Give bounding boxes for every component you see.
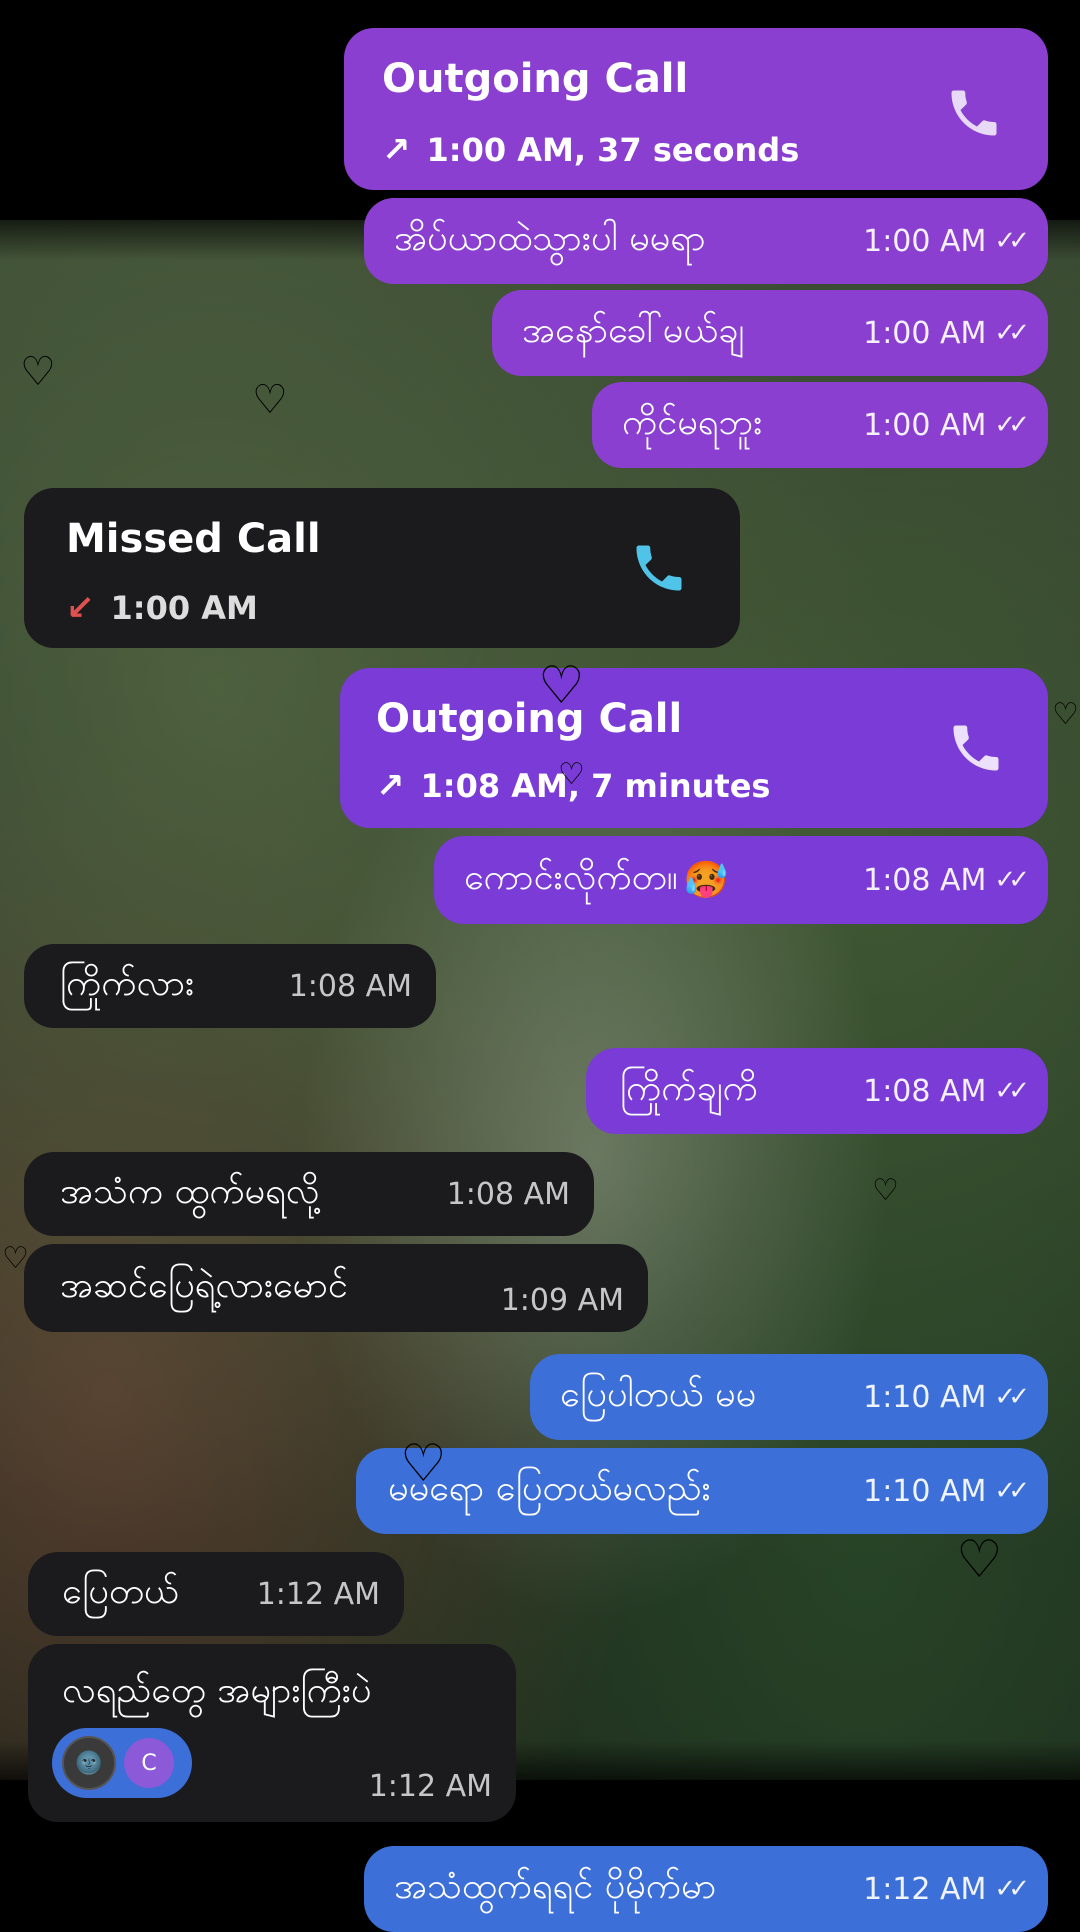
outgoing-arrow-icon: ↗ <box>376 766 405 806</box>
incoming-message[interactable]: အဆင်ပြေရဲ့လားမောင် 1:09 AM <box>24 1244 648 1332</box>
message-time: 1:12 AM <box>256 1576 380 1612</box>
message-text: အသံက ထွက်မရလို့ <box>60 1171 320 1212</box>
call-subtitle-text: 1:08 AM, 7 minutes <box>420 767 771 805</box>
call-title: Outgoing Call <box>376 696 683 742</box>
read-ticks-icon: ✓✓ <box>994 1076 1029 1106</box>
message-text: အနော်ခေါ်မယ်ချ <box>522 310 745 351</box>
heart-icon: ♡ <box>872 1173 899 1208</box>
reactions-pill[interactable]: 🌚 C <box>52 1728 192 1798</box>
heart-icon: ♡ <box>2 1241 29 1276</box>
call-subtitle: ↙ 1:00 AM <box>66 588 258 628</box>
read-ticks-icon: ✓✓ <box>994 318 1029 348</box>
message-time: 1:08 AM <box>288 968 412 1004</box>
message-text: အသံထွက်ရရင် ပိုမိုက်မာ <box>394 1866 717 1907</box>
outgoing-arrow-icon: ↗ <box>382 130 411 170</box>
message-time: 1:08 AM ✓✓ <box>863 1074 1030 1109</box>
missed-arrow-icon: ↙ <box>66 588 95 628</box>
message-time: 1:12 AM ✓✓ <box>863 1872 1030 1907</box>
message-time: 1:10 AM ✓✓ <box>863 1474 1030 1509</box>
heart-icon: ♡ <box>400 1434 447 1494</box>
message-text: လရည်တွေ အများကြီးပဲ <box>62 1670 372 1711</box>
message-text: ပြေတယ် <box>62 1571 179 1612</box>
message-text: ကြိုက်လား <box>60 963 195 1004</box>
read-ticks-icon: ✓✓ <box>994 1874 1029 1904</box>
incoming-message[interactable]: အသံက ထွက်မရလို့ 1:08 AM <box>24 1152 594 1236</box>
outgoing-message[interactable]: ပြေပါတယ် မမ 1:10 AM ✓✓ <box>530 1354 1048 1440</box>
read-ticks-icon: ✓✓ <box>994 410 1029 440</box>
call-title: Missed Call <box>66 516 321 562</box>
heart-icon: ♡ <box>956 1530 1003 1590</box>
reaction-avatar: C <box>124 1738 174 1788</box>
phone-icon[interactable] <box>944 83 1004 143</box>
phone-icon[interactable] <box>946 718 1006 778</box>
read-ticks-icon: ✓✓ <box>994 1476 1029 1506</box>
dark-moon-face-emoji: 🌚 <box>62 1736 116 1790</box>
call-title: Outgoing Call <box>382 56 689 102</box>
outgoing-message[interactable]: အိပ်ယာထဲသွားပါ မမရာ 1:00 AM ✓✓ <box>364 198 1048 284</box>
read-ticks-icon: ✓✓ <box>994 226 1029 256</box>
incoming-message[interactable]: ကြိုက်လား 1:08 AM <box>24 944 436 1028</box>
incoming-message[interactable]: ပြေတယ် 1:12 AM <box>28 1552 404 1636</box>
read-ticks-icon: ✓✓ <box>994 1382 1029 1412</box>
time-text: 1:08 AM <box>863 1073 987 1109</box>
message-time: 1:09 AM <box>500 1283 624 1318</box>
time-text: 1:00 AM <box>863 407 987 443</box>
message-time: 1:00 AM ✓✓ <box>863 408 1030 443</box>
message-text: အိပ်ယာထဲသွားပါ မမရာ <box>394 218 706 259</box>
message-time: 1:12 AM <box>368 1769 492 1804</box>
missed-call-bubble[interactable]: Missed Call ↙ 1:00 AM <box>24 488 740 648</box>
heart-icon: ♡ <box>1052 697 1079 732</box>
message-text: ကောင်းလိုက်တ။ <box>464 857 678 898</box>
outgoing-message[interactable]: ကိုင်မရဘူး 1:00 AM ✓✓ <box>592 382 1048 468</box>
outgoing-message[interactable]: ကြိုက်ချကိ 1:08 AM ✓✓ <box>586 1048 1048 1134</box>
call-subtitle: ↗ 1:00 AM, 37 seconds <box>382 130 799 170</box>
outgoing-message[interactable]: အနော်ခေါ်မယ်ချ 1:00 AM ✓✓ <box>492 290 1048 376</box>
outgoing-call-bubble[interactable]: Outgoing Call ↗ 1:00 AM, 37 seconds <box>344 28 1048 190</box>
heart-icon: ♡ <box>252 377 288 423</box>
heart-icon: ♡ <box>20 349 56 395</box>
outgoing-message[interactable]: အသံထွက်ရရင် ပိုမိုက်မာ 1:12 AM ✓✓ <box>364 1846 1048 1932</box>
message-text: ကိုင်မရဘူး <box>622 402 763 443</box>
message-text: ပြေပါတယ် မမ <box>560 1374 757 1415</box>
outgoing-message[interactable]: ကောင်းလိုက်တ။ 🥵 1:08 AM ✓✓ <box>434 836 1048 924</box>
message-time: 1:08 AM ✓✓ <box>863 863 1030 898</box>
message-time: 1:00 AM ✓✓ <box>863 224 1030 259</box>
time-text: 1:12 AM <box>863 1871 987 1907</box>
outgoing-call-bubble[interactable]: Outgoing Call ↗ 1:08 AM, 7 minutes <box>340 668 1048 828</box>
heart-icon: ♡ <box>538 656 585 716</box>
incoming-message[interactable]: လရည်တွေ အများကြီးပဲ 🌚 C 1:12 AM <box>28 1644 516 1822</box>
message-time: 1:10 AM ✓✓ <box>863 1380 1030 1415</box>
heart-icon: ♡ <box>558 757 585 792</box>
time-text: 1:00 AM <box>863 315 987 351</box>
message-time: 1:00 AM ✓✓ <box>863 316 1030 351</box>
read-ticks-icon: ✓✓ <box>994 865 1029 895</box>
phone-icon[interactable] <box>629 538 689 598</box>
time-text: 1:00 AM <box>863 223 987 259</box>
outgoing-message[interactable]: မမရော ပြေတယ်မလည်း 1:10 AM ✓✓ <box>356 1448 1048 1534</box>
message-text: ကြိုက်ချကိ <box>620 1068 758 1109</box>
call-subtitle-text: 1:00 AM, 37 seconds <box>426 131 800 169</box>
time-text: 1:10 AM <box>863 1379 987 1415</box>
message-text: အဆင်ပြေရဲ့လားမောင် <box>60 1265 348 1306</box>
time-text: 1:08 AM <box>863 862 987 898</box>
message-time: 1:08 AM <box>446 1176 570 1212</box>
call-subtitle-text: 1:00 AM <box>110 589 258 627</box>
hot-face-emoji: 🥵 <box>683 860 729 901</box>
time-text: 1:10 AM <box>863 1473 987 1509</box>
